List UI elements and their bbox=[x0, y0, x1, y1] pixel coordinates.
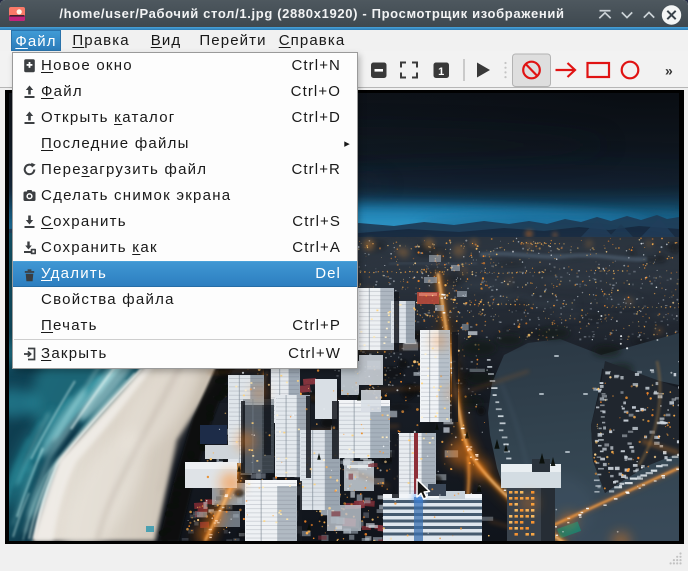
svg-text:1: 1 bbox=[438, 66, 444, 78]
svg-text:»: » bbox=[665, 63, 673, 79]
